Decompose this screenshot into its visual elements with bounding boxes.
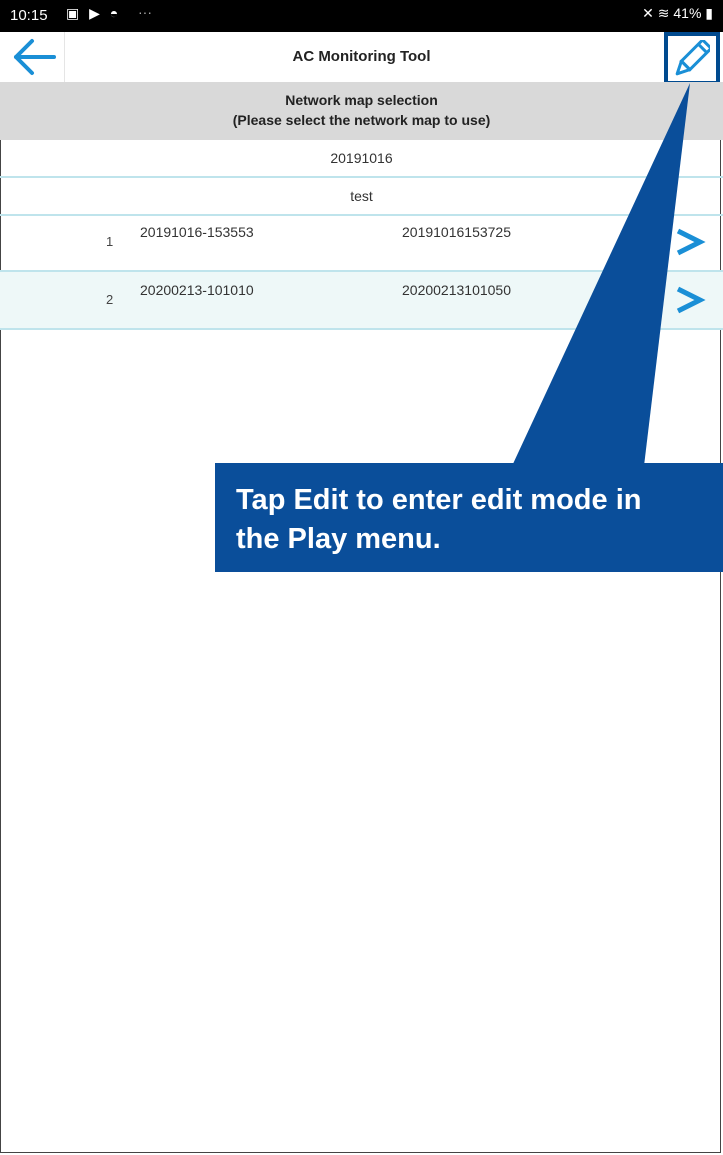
callout-line-2: the Play menu. <box>236 523 441 555</box>
instruction-callout: Tap Edit to enter edit mode in the Play … <box>215 463 723 572</box>
callout-line-1: Tap Edit to enter edit mode in <box>236 484 642 516</box>
callout-pointer <box>512 83 690 466</box>
